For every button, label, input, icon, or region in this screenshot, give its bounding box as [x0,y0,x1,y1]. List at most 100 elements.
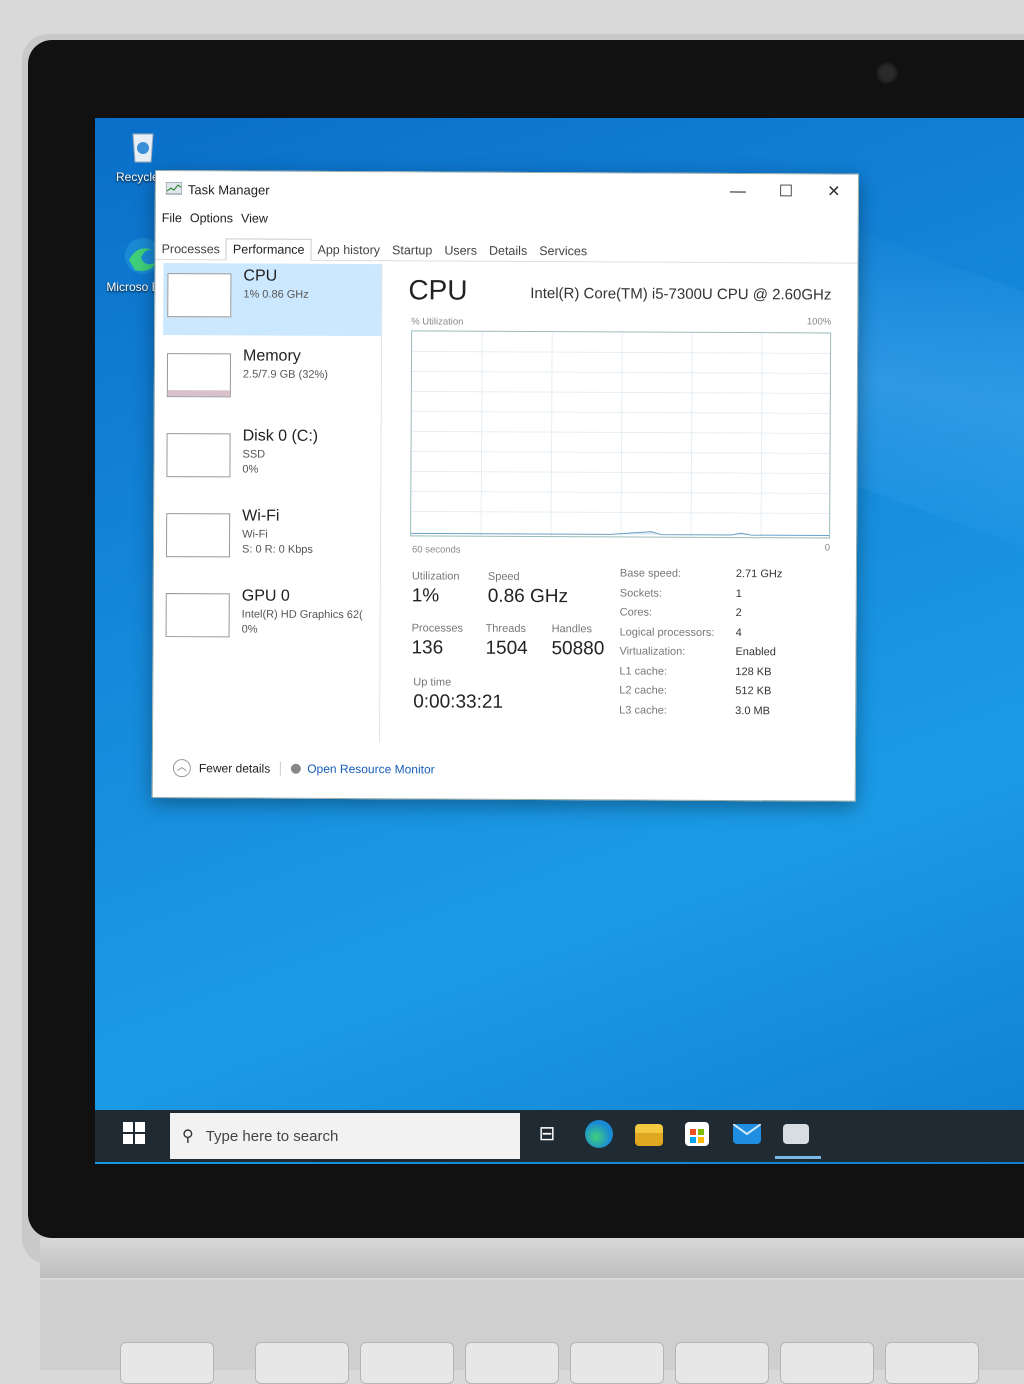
active-app-indicator [775,1156,821,1159]
spec-key: Base speed: [619,567,682,580]
resource-name: Memory [242,347,301,365]
stat-value: 136 [411,637,444,659]
task-manager-app-icon [165,182,182,195]
stat-label: Speed [487,570,520,583]
resource-sub: 0% [242,463,259,476]
resource-sub: 0% [241,623,258,636]
resource-list: CPU 1% 0.86 GHz Memory 2.5/7.9 GB (32%) … [161,263,383,743]
menu-file[interactable]: File [162,211,182,225]
cpu-detail-pane: CPU Intel(R) Core(TM) i5-7300U CPU @ 2.6… [393,264,835,744]
tab-services[interactable]: Services [533,241,593,261]
spec-value: 128 KB [735,665,772,678]
tab-details[interactable]: Details [483,241,533,261]
graph-max-label: 100% [806,316,832,328]
spec-value: 2 [735,607,742,620]
resource-item-disk[interactable]: Disk 0 (C:) SSD 0% [162,423,380,496]
tab-performance[interactable]: Performance [225,238,312,261]
spec-row: Base speed: 2.71 GHz [620,567,783,587]
chevron-up-icon[interactable]: ︿ [172,759,191,778]
spec-key: Sockets: [619,586,663,600]
detail-title: CPU [408,274,468,306]
tab-processes[interactable]: Processes [156,239,226,259]
fewer-details-link[interactable]: Fewer details [199,761,270,775]
search-icon: ⚲ [182,1128,194,1145]
resource-sub: 2.5/7.9 GB (32%) [242,368,328,381]
stat-value: 1% [411,585,440,607]
resource-item-cpu[interactable]: CPU 1% 0.86 GHz [163,263,382,337]
resource-sub: 1% 0.86 GHz [243,288,309,301]
file-explorer-icon[interactable] [635,1124,663,1146]
mail-icon[interactable] [732,1123,762,1144]
cpu-utilization-graph [410,330,832,539]
resource-sub: Intel(R) HD Graphics 62( [241,608,363,622]
resource-item-gpu[interactable]: GPU 0 Intel(R) HD Graphics 62( 0% [161,583,379,656]
resource-thumbnail [165,593,230,638]
task-view-icon[interactable]: ⊟ [533,1120,561,1148]
stat-value: 0.86 GHz [487,585,569,608]
spec-row: Logical processors: 4 [620,626,783,646]
maximize-button[interactable]: ☐ [762,177,810,207]
edge-icon[interactable] [585,1120,613,1148]
resource-thumbnail [167,273,232,318]
spec-row: L1 cache: 128 KB [619,665,782,685]
resource-thumbnail [166,433,231,478]
tab-strip: Processes Performance App history Startu… [155,235,858,264]
stat-label: Threads [485,622,526,635]
minimize-button[interactable]: — [714,177,762,207]
search-placeholder: Type here to search [205,1127,339,1145]
graph-time-label: 60 seconds [411,544,461,556]
resource-thumbnail [166,353,232,398]
resource-item-wifi[interactable]: Wi-Fi Wi-Fi S: 0 R: 0 Kbps [162,503,380,576]
close-button[interactable]: ✕ [810,177,858,207]
tab-startup[interactable]: Startup [386,240,438,260]
task-manager-window: Task Manager — ☐ ✕ File Options View Pro… [151,170,859,802]
webcam [876,62,898,84]
menu-options[interactable]: Options [190,211,233,225]
spec-key: L2 cache: [619,684,668,697]
divider [280,761,282,776]
graph-min-label: 0 [824,542,831,554]
resource-name: Disk 0 (C:) [242,427,319,445]
start-button[interactable] [123,1122,145,1144]
spec-key: Virtualization: [619,645,686,658]
spec-value: Enabled [735,646,776,659]
spec-row: Virtualization: Enabled [619,645,782,665]
spec-row: L2 cache: 512 KB [619,684,782,704]
title-bar[interactable]: Task Manager — ☐ ✕ [156,171,858,211]
window-title: Task Manager [187,181,270,198]
stat-label: Utilization [411,570,460,583]
spec-value: 512 KB [735,685,772,698]
stat-utilization: Utilization 1% [412,570,460,607]
stat-uptime: Up time 0:00:33:21 [413,676,503,713]
task-manager-icon[interactable] [783,1124,809,1144]
spec-value: 4 [735,626,742,639]
recycle-bin-icon [123,126,163,166]
tab-users[interactable]: Users [438,240,483,260]
resource-name: CPU [243,267,278,285]
cpu-model-name: Intel(R) Core(TM) i5-7300U CPU @ 2.60GHz [530,284,832,304]
resource-sub: SSD [242,448,266,461]
spec-value: 2.71 GHz [735,568,783,581]
stat-value: 50880 [551,638,605,660]
spec-value: 1 [735,587,742,600]
taskbar-search-box[interactable]: ⚲ Type here to search [170,1113,520,1159]
stat-threads: Threads 1504 [485,623,527,660]
spec-key: L1 cache: [619,664,668,678]
spec-key: Logical processors: [619,625,715,639]
store-icon[interactable] [685,1122,709,1146]
menu-view[interactable]: View [241,211,268,225]
window-footer: ︿ Fewer details Open Resource Monitor [172,759,435,778]
stat-processes: Processes 136 [411,622,463,659]
resource-item-memory[interactable]: Memory 2.5/7.9 GB (32%) [163,343,381,416]
resource-name: GPU 0 [241,587,290,605]
spec-row: Cores: 2 [620,606,783,626]
spec-key: L3 cache: [619,703,667,717]
hinge [40,1238,1024,1278]
open-resource-monitor-link[interactable]: Open Resource Monitor [307,762,434,777]
stat-label: Handles [551,623,592,636]
resource-sub: Wi-Fi [242,528,268,541]
tab-app-history[interactable]: App history [311,240,386,260]
resource-name: Wi-Fi [242,507,280,525]
stat-handles: Handles 50880 [551,623,604,660]
spec-key: Cores: [619,606,653,619]
